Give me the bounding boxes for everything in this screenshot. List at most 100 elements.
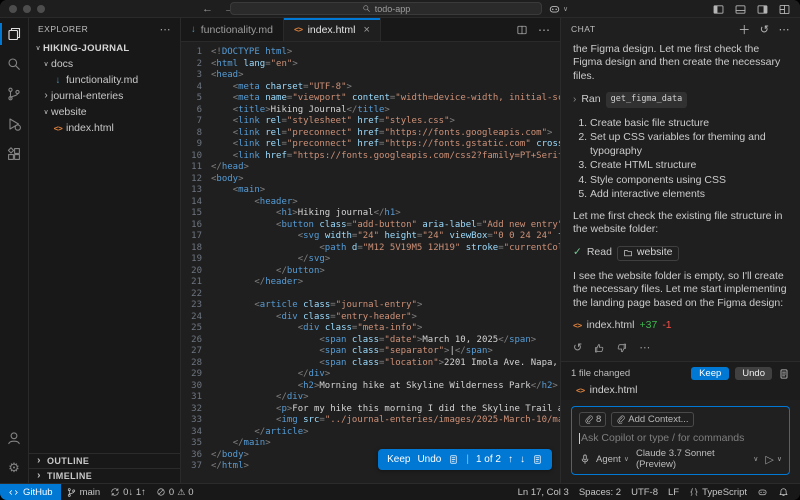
tool-call-ran[interactable]: › Ran get_figma_data xyxy=(573,92,788,108)
command-center-search[interactable]: todo-app xyxy=(230,2,542,15)
activity-search[interactable] xyxy=(0,49,28,79)
git-branch-indicator[interactable]: main xyxy=(61,484,106,500)
split-editor-icon[interactable] xyxy=(516,24,528,36)
undo-all-button[interactable]: Undo xyxy=(735,367,772,380)
code-line-16: 16 <button class="add-button" aria-label… xyxy=(181,220,560,232)
activity-accounts[interactable] xyxy=(0,423,28,453)
activity-explorer[interactable] xyxy=(0,19,28,49)
change-counter: 1 of 2 xyxy=(476,454,501,465)
undo-change-button[interactable]: Undo xyxy=(417,454,441,465)
status-typescript[interactable]: TypeScript xyxy=(684,484,752,500)
keep-change-button[interactable]: Keep xyxy=(387,454,410,465)
chat-messages: css files. Use the Theme variable collec… xyxy=(561,40,800,361)
notifications[interactable] xyxy=(773,484,794,500)
window-controls[interactable] xyxy=(9,5,45,13)
microphone-icon[interactable] xyxy=(579,453,591,465)
text-cursor xyxy=(579,433,580,444)
html-file-icon: <> xyxy=(573,319,582,333)
remote-indicator[interactable]: GitHub xyxy=(0,484,61,500)
activity-source-control[interactable] xyxy=(0,79,28,109)
new-chat-icon[interactable]: ＋ xyxy=(738,21,751,38)
section-timeline[interactable]: ›TIMELINE xyxy=(29,468,180,483)
tool-call-read[interactable]: ✓ Read website xyxy=(573,246,788,261)
section-outline[interactable]: ›OUTLINE xyxy=(29,453,180,468)
activity-settings[interactable]: ⚙ xyxy=(0,453,28,483)
back-button[interactable]: ← xyxy=(202,3,213,15)
send-button[interactable]: ▷∨ xyxy=(765,453,782,466)
changed-file-row[interactable]: <> index.html xyxy=(571,384,790,396)
tab-index.html[interactable]: <>index.html× xyxy=(284,18,381,41)
previous-change-button[interactable]: ↑ xyxy=(508,454,513,465)
code-text: <article class="journal-entry"> xyxy=(211,300,422,312)
next-change-button[interactable]: ↓ xyxy=(520,454,525,465)
error-count: 0 xyxy=(169,487,174,498)
code-text: <h2>Morning hike at Skyline Wilderness P… xyxy=(211,381,558,393)
assistant-paragraph: I'll help you create the landing page ba… xyxy=(573,40,788,83)
status-lf[interactable]: LF xyxy=(663,484,684,500)
line-number: 8 xyxy=(181,128,211,140)
tree-item-index.html[interactable]: <>index.html xyxy=(29,120,180,136)
code-line-26: 26 <span class="date">March 10, 2025</sp… xyxy=(181,335,560,347)
website-folder-chip[interactable]: website xyxy=(617,246,679,261)
tree-item-website[interactable]: ∨website xyxy=(29,104,180,120)
tree-item-journal-enteries[interactable]: ›journal-enteries xyxy=(29,88,180,104)
thumbs-up-icon[interactable] xyxy=(593,342,605,354)
code-text: </div> xyxy=(211,369,330,381)
message-more-actions-icon[interactable]: ⋯ xyxy=(639,342,650,356)
activity-extensions[interactable] xyxy=(0,139,28,169)
chat-more-actions-icon[interactable]: ⋯ xyxy=(779,23,791,36)
code-text: </body> xyxy=(211,450,249,462)
tree-item-docs[interactable]: ∨docs xyxy=(29,56,180,72)
tree-item-HIKING-JOURNAL[interactable]: ∨HIKING-JOURNAL xyxy=(29,40,180,56)
model-selector[interactable]: Claude 3.7 Sonnet (Preview)∨ xyxy=(636,448,758,470)
keep-all-button[interactable]: Keep xyxy=(691,367,729,380)
chevron-down-icon: ∨ xyxy=(41,108,51,116)
editor-more-actions-icon[interactable]: ⋯ xyxy=(538,23,550,37)
line-number: 5 xyxy=(181,93,211,105)
tree-item-label: index.html xyxy=(66,122,114,134)
copilot-menu-button[interactable]: ∨ xyxy=(548,0,568,18)
status-utf-8[interactable]: UTF-8 xyxy=(626,484,663,500)
code-editor[interactable]: 1<!DOCTYPE html>2<html lang="en">3<head>… xyxy=(181,42,560,483)
code-text: <meta charset="UTF-8"> xyxy=(211,82,352,94)
sync-indicator[interactable]: 0↓ 1↑ xyxy=(105,484,151,500)
plan-step: Create basic file structure xyxy=(590,117,788,131)
chat-input-box[interactable]: 8 Add Context... Ask Copilot or type / f… xyxy=(571,406,790,475)
code-line-7: 7 <link rel="stylesheet" href="styles.cs… xyxy=(181,116,560,128)
view-changes-icon[interactable] xyxy=(778,368,790,380)
explorer-sidebar: EXPLORER ⋯ ∨HIKING-JOURNAL∨docs↓function… xyxy=(29,18,181,483)
status-spaces-2[interactable]: Spaces: 2 xyxy=(574,484,626,500)
zoom-window-icon[interactable] xyxy=(37,5,45,13)
status-ln-17-col-3[interactable]: Ln 17, Col 3 xyxy=(513,484,574,500)
status-copilot[interactable] xyxy=(752,484,773,500)
tab-functionality.md[interactable]: ↓functionality.md xyxy=(181,18,284,41)
explorer-more-actions-icon[interactable]: ⋯ xyxy=(160,23,172,36)
divider: | xyxy=(466,454,469,465)
thumbs-down-icon[interactable] xyxy=(616,342,628,354)
line-number: 24 xyxy=(181,312,211,324)
toggle-secondary-sidebar-icon[interactable] xyxy=(756,3,769,16)
close-tab-icon[interactable]: × xyxy=(363,24,369,36)
code-line-14: 14 <header> xyxy=(181,197,560,209)
toggle-primary-sidebar-icon[interactable] xyxy=(712,3,725,16)
chat-history-icon[interactable]: ↺ xyxy=(760,23,770,36)
activity-run-debug[interactable] xyxy=(0,109,28,139)
problems-indicator[interactable]: 0 ⚠ 0 xyxy=(151,484,199,500)
code-line-35: 35 </main> xyxy=(181,438,560,450)
tree-item-label: HIKING-JOURNAL xyxy=(43,43,130,54)
changed-file-chip[interactable]: <> index.html +37 -1 xyxy=(573,319,788,333)
plan-step: Create HTML structure xyxy=(590,159,788,173)
add-context-chip[interactable]: Add Context... xyxy=(611,412,693,427)
markdown-file-icon: ↓ xyxy=(191,24,196,35)
customize-layout-icon[interactable] xyxy=(778,3,791,16)
plan-step: Add interactive elements xyxy=(590,188,788,202)
minimize-window-icon[interactable] xyxy=(23,5,31,13)
line-number: 12 xyxy=(181,174,211,186)
mode-selector[interactable]: Agent∨ xyxy=(596,454,629,465)
tree-item-functionality.md[interactable]: ↓functionality.md xyxy=(29,72,180,88)
toggle-panel-icon[interactable] xyxy=(734,3,747,16)
attachments-chip[interactable]: 8 xyxy=(579,412,606,427)
close-window-icon[interactable] xyxy=(9,5,17,13)
regenerate-icon[interactable]: ↺ xyxy=(573,342,582,356)
lines-added: +37 xyxy=(640,319,658,333)
